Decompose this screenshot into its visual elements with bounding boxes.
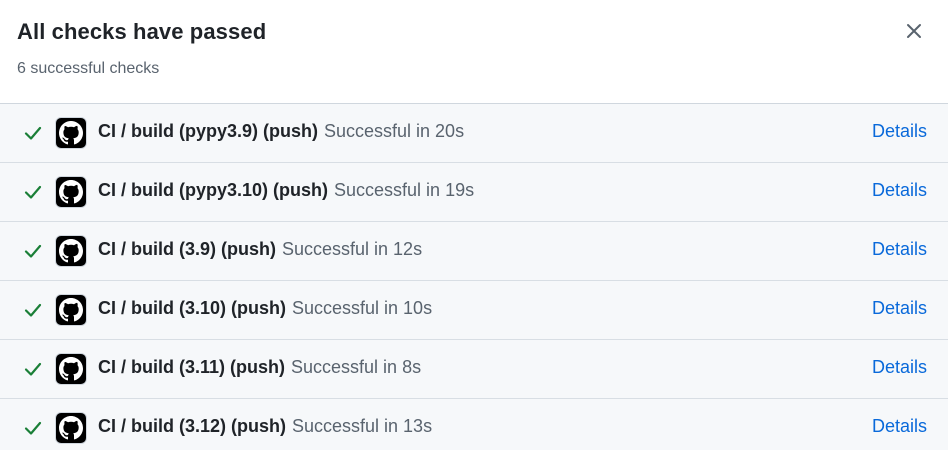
check-row: CI / build (pypy3.9) (push) Successful in… [0, 104, 948, 163]
check-title: CI / build (pypy3.10) (push) [98, 180, 329, 200]
details-link[interactable]: Details [872, 298, 927, 319]
check-title: CI / build (3.11) (push) [98, 357, 286, 377]
check-status: Successful in 13s [292, 416, 433, 436]
check-row: CI / build (3.10) (push) Successful in 10… [0, 281, 948, 340]
close-icon [907, 24, 921, 38]
check-status: Successful in 8s [291, 357, 422, 377]
github-avatar [55, 294, 87, 326]
github-avatar [55, 176, 87, 208]
details-link[interactable]: Details [872, 239, 927, 260]
check-title: CI / build (3.10) (push) [98, 298, 286, 318]
check-icon [24, 126, 42, 140]
page-title: All checks have passed [17, 19, 267, 44]
check-icon [24, 185, 42, 199]
check-title: CI / build (3.9) (push) [98, 239, 276, 259]
github-avatar [55, 353, 87, 385]
check-icon [24, 244, 42, 258]
check-status: Successful in 12s [282, 239, 423, 259]
github-icon [59, 357, 83, 381]
checks-summary: 6 successful checks [17, 60, 160, 77]
checks-list: CI / build (pypy3.9) (push) Successful in… [0, 104, 948, 450]
details-link[interactable]: Details [872, 180, 927, 201]
check-name: CI / build (3.9) (push) Successful in 12s [98, 239, 422, 260]
details-link[interactable]: Details [872, 121, 927, 142]
check-icon [24, 303, 42, 317]
check-status: Successful in 19s [334, 180, 475, 200]
check-name: CI / build (3.11) (push) Successful in 8s [98, 357, 421, 378]
github-icon [59, 416, 83, 440]
details-link[interactable]: Details [872, 416, 927, 437]
github-icon [59, 121, 83, 145]
check-row: CI / build (3.12) (push) Successful in 13… [0, 399, 948, 450]
check-name: CI / build (pypy3.9) (push) Successful in… [98, 121, 464, 142]
check-name: CI / build (3.12) (push) Successful in 13… [98, 416, 432, 437]
github-avatar [55, 117, 87, 149]
check-status: Successful in 10s [292, 298, 433, 318]
check-icon [24, 421, 42, 435]
github-avatar [55, 412, 87, 444]
check-name: CI / build (3.10) (push) Successful in 10… [98, 298, 432, 319]
check-row: CI / build (pypy3.10) (push) Successful i… [0, 163, 948, 222]
check-icon [24, 362, 42, 376]
check-status: Successful in 20s [324, 121, 465, 141]
check-row: CI / build (3.11) (push) Successful in 8s… [0, 340, 948, 399]
check-name: CI / build (pypy3.10) (push) Successful i… [98, 180, 474, 201]
github-icon [59, 180, 83, 204]
github-icon [59, 239, 83, 263]
close-button[interactable] [902, 19, 926, 43]
check-title: CI / build (3.12) (push) [98, 416, 286, 436]
check-row: CI / build (3.9) (push) Successful in 12s… [0, 222, 948, 281]
check-title: CI / build (pypy3.9) (push) [98, 121, 318, 141]
github-avatar [55, 235, 87, 267]
checks-header: All checks have passed 6 successful chec… [0, 0, 948, 104]
details-link[interactable]: Details [872, 357, 927, 378]
github-icon [59, 298, 83, 322]
